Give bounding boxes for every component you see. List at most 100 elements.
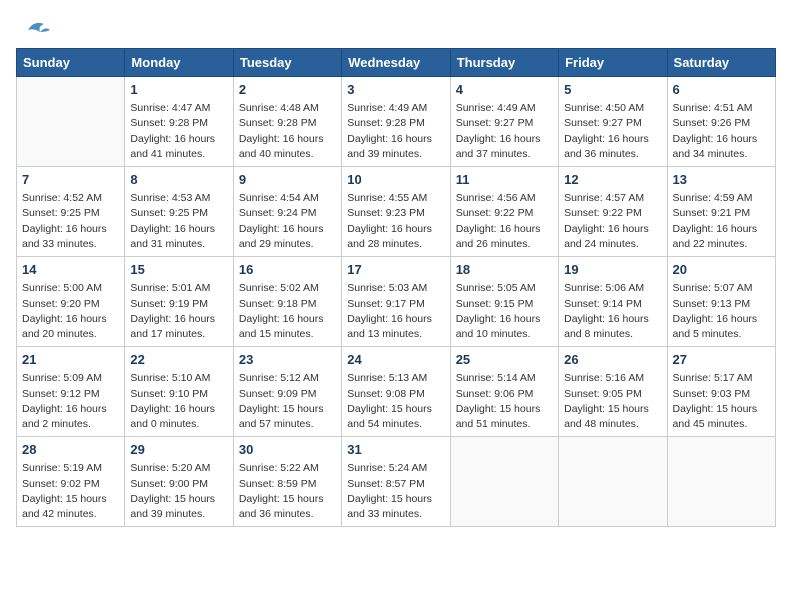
daylight-line1: Daylight: 15 hours	[347, 492, 444, 507]
day-number: 9	[239, 171, 336, 189]
sunset-text: Sunset: 9:28 PM	[347, 116, 444, 131]
calendar-cell: 12Sunrise: 4:57 AMSunset: 9:22 PMDayligh…	[559, 167, 667, 257]
sunrise-text: Sunrise: 4:50 AM	[564, 101, 661, 116]
sunrise-text: Sunrise: 4:56 AM	[456, 191, 553, 206]
sunset-text: Sunset: 9:14 PM	[564, 297, 661, 312]
sunset-text: Sunset: 9:28 PM	[130, 116, 227, 131]
sunset-text: Sunset: 9:09 PM	[239, 387, 336, 402]
day-number: 14	[22, 261, 119, 279]
calendar-cell	[667, 437, 775, 527]
day-info: Sunrise: 5:14 AMSunset: 9:06 PMDaylight:…	[456, 371, 553, 432]
calendar-cell: 1Sunrise: 4:47 AMSunset: 9:28 PMDaylight…	[125, 77, 233, 167]
sunset-text: Sunset: 9:22 PM	[456, 206, 553, 221]
day-info: Sunrise: 4:49 AMSunset: 9:28 PMDaylight:…	[347, 101, 444, 162]
sunrise-text: Sunrise: 4:47 AM	[130, 101, 227, 116]
daylight-line2: and 34 minutes.	[673, 147, 770, 162]
day-info: Sunrise: 4:52 AMSunset: 9:25 PMDaylight:…	[22, 191, 119, 252]
day-number: 7	[22, 171, 119, 189]
sunset-text: Sunset: 9:27 PM	[456, 116, 553, 131]
sunrise-text: Sunrise: 5:12 AM	[239, 371, 336, 386]
daylight-line2: and 57 minutes.	[239, 417, 336, 432]
day-info: Sunrise: 4:48 AMSunset: 9:28 PMDaylight:…	[239, 101, 336, 162]
weekday-tuesday: Tuesday	[233, 49, 341, 77]
sunrise-text: Sunrise: 5:05 AM	[456, 281, 553, 296]
daylight-line1: Daylight: 16 hours	[130, 312, 227, 327]
calendar-cell: 30Sunrise: 5:22 AMSunset: 8:59 PMDayligh…	[233, 437, 341, 527]
sunrise-text: Sunrise: 4:49 AM	[456, 101, 553, 116]
daylight-line2: and 36 minutes.	[239, 507, 336, 522]
daylight-line2: and 33 minutes.	[22, 237, 119, 252]
sunrise-text: Sunrise: 5:06 AM	[564, 281, 661, 296]
daylight-line2: and 39 minutes.	[130, 507, 227, 522]
daylight-line2: and 37 minutes.	[456, 147, 553, 162]
calendar-cell: 19Sunrise: 5:06 AMSunset: 9:14 PMDayligh…	[559, 257, 667, 347]
sunset-text: Sunset: 9:25 PM	[130, 206, 227, 221]
day-number: 20	[673, 261, 770, 279]
sunrise-text: Sunrise: 5:13 AM	[347, 371, 444, 386]
daylight-line1: Daylight: 16 hours	[347, 132, 444, 147]
day-number: 28	[22, 441, 119, 459]
sunset-text: Sunset: 9:22 PM	[564, 206, 661, 221]
day-number: 23	[239, 351, 336, 369]
day-info: Sunrise: 4:59 AMSunset: 9:21 PMDaylight:…	[673, 191, 770, 252]
day-info: Sunrise: 4:57 AMSunset: 9:22 PMDaylight:…	[564, 191, 661, 252]
calendar-cell: 13Sunrise: 4:59 AMSunset: 9:21 PMDayligh…	[667, 167, 775, 257]
daylight-line2: and 39 minutes.	[347, 147, 444, 162]
day-info: Sunrise: 5:20 AMSunset: 9:00 PMDaylight:…	[130, 461, 227, 522]
daylight-line2: and 48 minutes.	[564, 417, 661, 432]
sunrise-text: Sunrise: 5:19 AM	[22, 461, 119, 476]
daylight-line1: Daylight: 16 hours	[239, 132, 336, 147]
day-number: 11	[456, 171, 553, 189]
daylight-line1: Daylight: 16 hours	[564, 132, 661, 147]
day-info: Sunrise: 5:02 AMSunset: 9:18 PMDaylight:…	[239, 281, 336, 342]
day-info: Sunrise: 4:50 AMSunset: 9:27 PMDaylight:…	[564, 101, 661, 162]
daylight-line2: and 0 minutes.	[130, 417, 227, 432]
sunrise-text: Sunrise: 4:55 AM	[347, 191, 444, 206]
sunset-text: Sunset: 9:05 PM	[564, 387, 661, 402]
day-info: Sunrise: 5:24 AMSunset: 8:57 PMDaylight:…	[347, 461, 444, 522]
day-number: 1	[130, 81, 227, 99]
day-number: 2	[239, 81, 336, 99]
daylight-line2: and 41 minutes.	[130, 147, 227, 162]
daylight-line1: Daylight: 16 hours	[239, 222, 336, 237]
day-number: 19	[564, 261, 661, 279]
sunset-text: Sunset: 9:10 PM	[130, 387, 227, 402]
calendar-cell: 22Sunrise: 5:10 AMSunset: 9:10 PMDayligh…	[125, 347, 233, 437]
day-number: 16	[239, 261, 336, 279]
day-info: Sunrise: 4:49 AMSunset: 9:27 PMDaylight:…	[456, 101, 553, 162]
daylight-line1: Daylight: 16 hours	[22, 222, 119, 237]
day-info: Sunrise: 5:17 AMSunset: 9:03 PMDaylight:…	[673, 371, 770, 432]
daylight-line2: and 33 minutes.	[347, 507, 444, 522]
sunrise-text: Sunrise: 5:16 AM	[564, 371, 661, 386]
daylight-line1: Daylight: 16 hours	[347, 222, 444, 237]
daylight-line2: and 20 minutes.	[22, 327, 119, 342]
day-info: Sunrise: 4:55 AMSunset: 9:23 PMDaylight:…	[347, 191, 444, 252]
weekday-monday: Monday	[125, 49, 233, 77]
calendar-cell: 8Sunrise: 4:53 AMSunset: 9:25 PMDaylight…	[125, 167, 233, 257]
day-number: 27	[673, 351, 770, 369]
sunset-text: Sunset: 9:08 PM	[347, 387, 444, 402]
day-info: Sunrise: 5:13 AMSunset: 9:08 PMDaylight:…	[347, 371, 444, 432]
day-info: Sunrise: 5:00 AMSunset: 9:20 PMDaylight:…	[22, 281, 119, 342]
sunset-text: Sunset: 9:23 PM	[347, 206, 444, 221]
day-number: 22	[130, 351, 227, 369]
calendar-week-5: 28Sunrise: 5:19 AMSunset: 9:02 PMDayligh…	[17, 437, 776, 527]
calendar-cell: 23Sunrise: 5:12 AMSunset: 9:09 PMDayligh…	[233, 347, 341, 437]
daylight-line2: and 28 minutes.	[347, 237, 444, 252]
sunrise-text: Sunrise: 5:09 AM	[22, 371, 119, 386]
daylight-line1: Daylight: 15 hours	[347, 402, 444, 417]
calendar-week-1: 1Sunrise: 4:47 AMSunset: 9:28 PMDaylight…	[17, 77, 776, 167]
calendar-cell: 21Sunrise: 5:09 AMSunset: 9:12 PMDayligh…	[17, 347, 125, 437]
calendar-cell: 5Sunrise: 4:50 AMSunset: 9:27 PMDaylight…	[559, 77, 667, 167]
sunrise-text: Sunrise: 4:52 AM	[22, 191, 119, 206]
logo-bird-icon	[20, 16, 52, 44]
sunrise-text: Sunrise: 4:51 AM	[673, 101, 770, 116]
day-info: Sunrise: 5:05 AMSunset: 9:15 PMDaylight:…	[456, 281, 553, 342]
daylight-line1: Daylight: 16 hours	[564, 222, 661, 237]
daylight-line2: and 29 minutes.	[239, 237, 336, 252]
calendar-cell: 25Sunrise: 5:14 AMSunset: 9:06 PMDayligh…	[450, 347, 558, 437]
calendar-cell: 4Sunrise: 4:49 AMSunset: 9:27 PMDaylight…	[450, 77, 558, 167]
day-info: Sunrise: 4:51 AMSunset: 9:26 PMDaylight:…	[673, 101, 770, 162]
day-number: 18	[456, 261, 553, 279]
daylight-line1: Daylight: 16 hours	[456, 222, 553, 237]
